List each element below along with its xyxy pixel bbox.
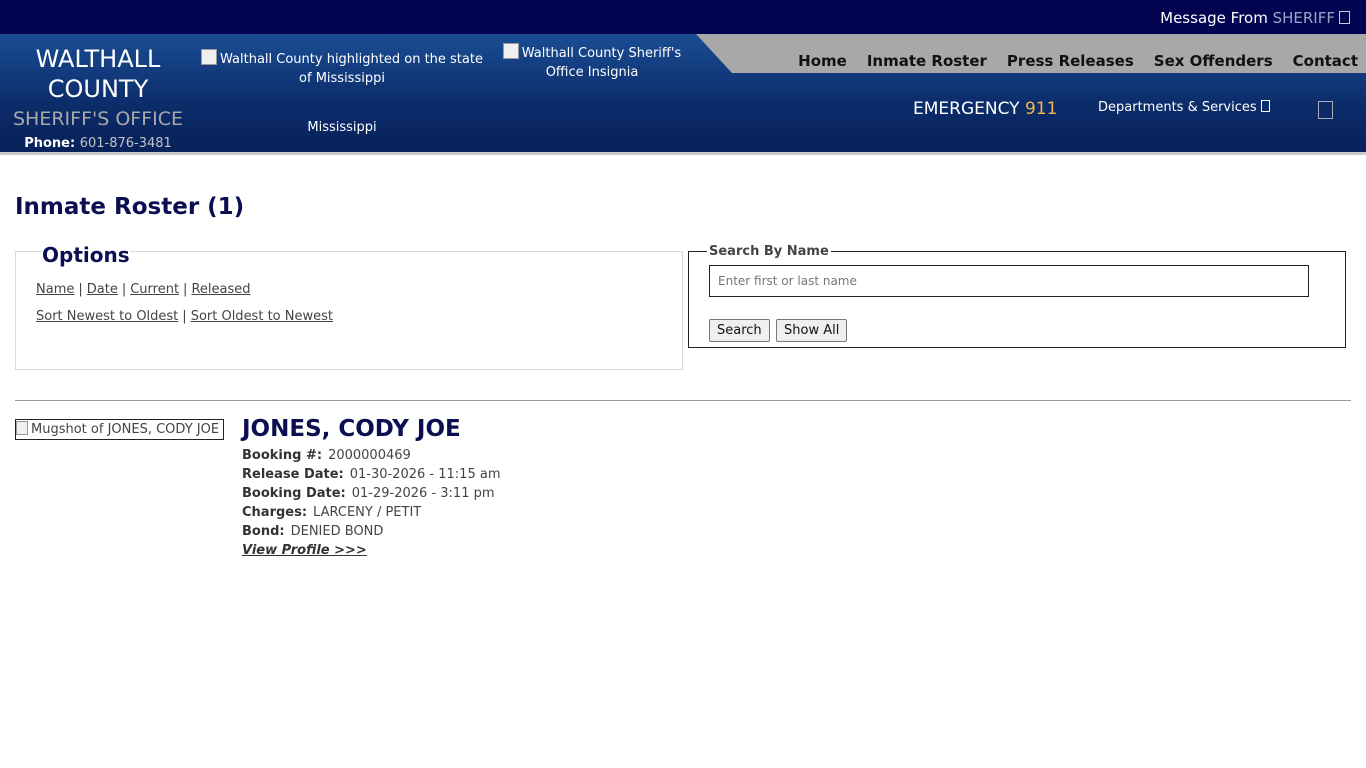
mugshot-image[interactable]: Mugshot of JONES, CODY JOE [15,419,224,440]
broken-image-icon [201,49,218,65]
expand-icon [1339,11,1350,24]
results-divider [15,400,1351,401]
nav-contact[interactable]: Contact [1293,52,1358,70]
sort-oldest-link[interactable]: Sort Oldest to Newest [191,309,333,324]
state-map-image: Walthall County highlighted on the state… [200,49,484,88]
phone-number[interactable]: 601-876-3481 [80,136,172,151]
nav-sex-offenders[interactable]: Sex Offenders [1154,52,1273,70]
sort-by-name-link[interactable]: Name [36,282,74,297]
top-bar: Message From SHERIFF [0,0,1366,34]
bond-label: Bond: [242,524,285,539]
menu-icon[interactable] [1318,101,1333,119]
brand-line-3: SHERIFF'S OFFICE [12,108,184,130]
release-date-label: Release Date: [242,467,344,482]
sort-newest-link[interactable]: Sort Newest to Oldest [36,309,178,324]
filter-released-link[interactable]: Released [191,282,250,297]
charges-label: Charges: [242,505,308,520]
charges: LARCENY / PETIT [313,505,422,520]
options-panel: Options Name | Date | Current | Released Sort … [15,243,683,370]
main-nav: Home Inmate Roster Press Releases Sex Of… [798,52,1358,70]
options-legend: Options [42,243,130,267]
release-date: 01-30-2026 - 11:15 am [349,467,501,482]
search-button[interactable]: Search [709,319,770,342]
bond-row: Bond: DENIED BOND [242,522,500,541]
sort-by-date-link[interactable]: Date [87,282,118,297]
page-title: Inmate Roster (1) [15,194,245,220]
nav-press-releases[interactable]: Press Releases [1007,52,1134,70]
emergency-label: EMERGENCY [913,99,1020,119]
search-legend: Search By Name [707,244,831,259]
header-divider [0,152,1366,155]
brand-phone: Phone: 601-876-3481 [0,136,196,151]
search-input[interactable] [709,265,1309,297]
nav-inmate-roster[interactable]: Inmate Roster [867,52,987,70]
site-brand[interactable]: WALTHALL COUNTY SHERIFF'S OFFICE Phone: … [0,44,196,151]
sort-links: Name | Date | Current | Released [36,282,251,297]
search-panel: Search By Name Search Show All [688,244,1346,348]
mugshot-alt: Mugshot of JONES, CODY JOE [31,422,220,437]
insignia-image: Walthall County Sheriff's Office Insigni… [488,43,696,82]
booking-date-row: Booking Date: 01-29-2026 - 3:11 pm [242,484,500,503]
state-map-alt: Walthall County highlighted on the state… [220,52,483,86]
brand-line-2: COUNTY [47,75,149,103]
state-label: Mississippi [307,120,377,135]
filter-current-link[interactable]: Current [130,282,179,297]
inmate-record: JONES, CODY JOE Booking #: 2000000469 Rel… [242,416,500,560]
nav-home[interactable]: Home [798,52,847,70]
brand-line-1: WALTHALL [35,45,161,73]
booking-number-row: Booking #: 2000000469 [242,446,500,465]
departments-dropdown[interactable]: Departments & Services [1098,100,1270,115]
dropdown-icon [1260,100,1270,112]
booking-number: 2000000469 [328,448,411,463]
broken-image-icon [502,43,519,59]
show-all-button[interactable]: Show All [776,319,848,342]
emergency-number: 911 [1024,99,1058,119]
charges-row: Charges: LARCENY / PETIT [242,503,500,522]
sheriff-message-link[interactable]: Message From SHERIFF [1160,9,1350,27]
booking-number-label: Booking #: [242,448,323,463]
message-highlight: SHERIFF [1272,9,1335,27]
inmate-name: JONES, CODY JOE [242,416,461,442]
message-prefix: Message From [1160,9,1268,27]
release-date-row: Release Date: 01-30-2026 - 11:15 am [242,465,500,484]
view-profile-link[interactable]: View Profile >>> [242,543,367,558]
bond: DENIED BOND [290,524,384,539]
booking-date: 01-29-2026 - 3:11 pm [351,486,495,501]
departments-label: Departments & Services [1098,100,1257,115]
emergency-callout: EMERGENCY 911 [913,99,1057,119]
broken-image-icon [16,421,28,435]
order-links: Sort Newest to Oldest | Sort Oldest to New… [36,309,333,324]
phone-label: Phone: [24,136,76,151]
booking-date-label: Booking Date: [242,486,346,501]
insignia-alt: Walthall County Sheriff's Office Insigni… [521,46,682,80]
